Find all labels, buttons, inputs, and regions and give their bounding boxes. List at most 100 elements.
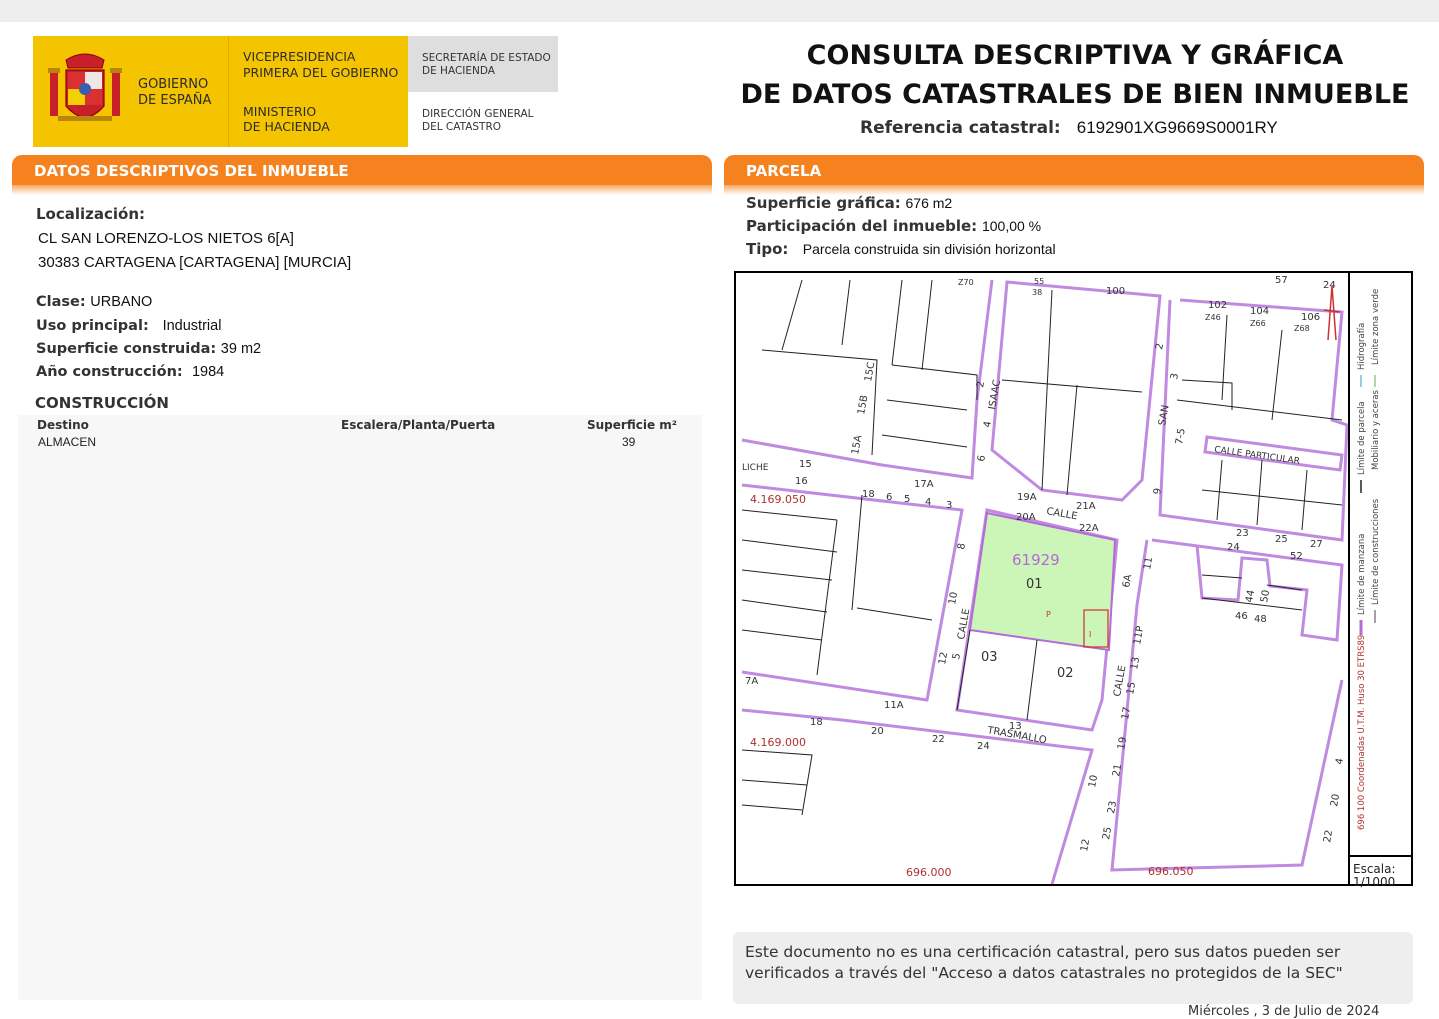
- num-7-5: 7-5: [1174, 428, 1188, 446]
- num-106: 106: [1301, 312, 1320, 323]
- tipo-label: Tipo:: [746, 240, 789, 258]
- logo-divider: [228, 36, 229, 147]
- num-18b: 18: [810, 717, 823, 728]
- legend-construcciones: Límite de construcciones: [1371, 498, 1381, 605]
- street-san: SAN: [1157, 404, 1171, 426]
- num-48: 48: [1254, 614, 1267, 625]
- construccion-title: CONSTRUCCIÓN: [35, 394, 169, 412]
- num-z70: Z68: [1294, 324, 1310, 333]
- num-12b: 12: [1079, 838, 1092, 852]
- num-z46: 38: [1032, 288, 1042, 297]
- legend-coords-note: 696 100 Coordenadas U.T.M. Huso 30 ETRS8…: [1357, 635, 1367, 830]
- coat-of-arms-icon: [48, 53, 122, 121]
- parcel-id-label: 61929: [1012, 551, 1060, 569]
- legend-hidrografia: Hidrografía: [1357, 323, 1367, 370]
- coord-y2-label: 4.169.000: [750, 736, 806, 749]
- num-13b: 13: [1129, 656, 1142, 670]
- num-20: 4: [1334, 757, 1346, 765]
- num-11p: 11P: [1132, 625, 1146, 645]
- tipo-value: Parcela construida sin división horizont…: [802, 241, 1056, 257]
- unit-02-label: 02: [1057, 666, 1074, 681]
- legend-parcela: Límite de parcela: [1357, 401, 1367, 475]
- num-24: 24: [977, 741, 990, 752]
- map-scale: Escala: 1/1000: [1350, 855, 1412, 889]
- num-6b: 6: [976, 454, 988, 462]
- bar-shadow-left: [12, 185, 712, 195]
- scale-value: 1/1000: [1353, 875, 1396, 889]
- num-2: 2: [975, 380, 987, 388]
- num-11: 11: [1142, 556, 1155, 570]
- num-7a: 7A: [745, 676, 758, 687]
- coord-x2-label: 696.050: [1148, 865, 1194, 878]
- clase-row: Clase: URBANO: [36, 294, 152, 310]
- num-38: 55: [1034, 277, 1044, 286]
- num-10: 10: [947, 591, 960, 605]
- num-15: 15: [799, 459, 812, 470]
- num-52: 52: [1290, 551, 1303, 562]
- small-i-label: I: [1089, 630, 1091, 639]
- num-15a: 15A: [850, 434, 864, 455]
- uso-value: Industrial: [162, 318, 222, 334]
- num-21a: 21A: [1076, 501, 1096, 512]
- document-title: CONSULTA DESCRIPTIVA Y GRÁFICA DE DATOS …: [740, 40, 1410, 110]
- ministerio-text: MINISTERIO DE HACIENDA: [243, 104, 330, 134]
- num-17a: 17A: [914, 479, 934, 490]
- referencia-catastral: Referencia catastral: 6192901XG9669S0001R…: [860, 118, 1278, 138]
- legend-manzana: Límite de manzana: [1357, 534, 1367, 615]
- row-superficie: 39: [622, 435, 636, 449]
- num-24: 22: [1322, 829, 1335, 843]
- localizacion-line2: 30383 CARTAGENA [CARTAGENA] [MURCIA]: [38, 254, 352, 271]
- map-legend: Límite de manzana Límite de parcela Lími…: [1357, 289, 1381, 830]
- num-19a: 19A: [1017, 492, 1037, 503]
- superficie-grafica-value: 676 m2: [905, 195, 953, 211]
- num-27: 27: [1310, 539, 1323, 550]
- row-destino: ALMACEN: [38, 435, 97, 449]
- col-header-escalera: Escalera/Planta/Puerta: [341, 418, 496, 432]
- col-header-superficie: Superficie m²: [587, 418, 678, 432]
- localizacion-line1: CL SAN LORENZO-LOS NIETOS 6[A]: [38, 230, 294, 247]
- participacion-value: 100,00 %: [981, 218, 1042, 234]
- superficie-row: Superficie construida: 39 m2: [36, 341, 261, 357]
- num-12: 12: [937, 651, 950, 665]
- num-46: 46: [1235, 611, 1248, 622]
- num-55: 57: [1275, 275, 1288, 286]
- participacion-row: Participación del inmueble: 100,00 %: [746, 217, 1041, 235]
- direccion-general-text: DIRECCIÓN GENERAL DEL CATASTRO: [422, 108, 534, 133]
- num-4: 4: [982, 420, 994, 428]
- num-23: 23: [1236, 528, 1249, 539]
- superficie-value: 39 m2: [220, 341, 262, 357]
- num-6a: 6A: [1121, 573, 1134, 588]
- num-25: 25: [1101, 826, 1114, 840]
- num-10b: 10: [1087, 774, 1100, 788]
- anio-value: 1984: [191, 364, 225, 380]
- superficie-grafica-label: Superficie gráfica:: [746, 194, 901, 212]
- secretaria-text: SECRETARÍA DE ESTADO DE HACIENDA: [422, 52, 551, 77]
- uso-row: Uso principal: Industrial: [36, 318, 221, 334]
- street-liche: LICHE: [742, 463, 769, 473]
- num-22: 22: [932, 734, 945, 745]
- ref-label: Referencia catastral:: [860, 118, 1061, 138]
- num-4: 4: [925, 497, 931, 508]
- num-22: 20: [1329, 793, 1342, 807]
- num-20a: 20A: [1016, 512, 1036, 523]
- uso-label: Uso principal:: [36, 318, 149, 334]
- tipo-row: Tipo: Parcela construida sin división ho…: [746, 240, 1056, 258]
- legend-mobiliario: Mobiliario y aceras: [1371, 389, 1381, 470]
- num-18: 18: [862, 489, 875, 500]
- superficie-grafica-row: Superficie gráfica: 676 m2: [746, 194, 952, 212]
- num-50: 50: [1259, 589, 1272, 603]
- num-102: 102: [1208, 300, 1227, 311]
- small-p-label: P: [1046, 610, 1051, 619]
- cadastral-map[interactable]: 61929 01 03 02 P I 4.169.050 4.169.000 6…: [734, 271, 1413, 886]
- num-3: 3: [1169, 372, 1181, 380]
- ref-value: 6192901XG9669S0001RY: [1076, 118, 1278, 137]
- num-100: 100: [1106, 286, 1125, 297]
- street-calle-top: CALLE: [1045, 506, 1078, 522]
- anio-label: Año construcción:: [36, 364, 183, 380]
- section-bar-parcela: PARCELA: [724, 155, 1424, 185]
- clase-label: Clase:: [36, 294, 86, 310]
- num-22a: 22A: [1079, 523, 1099, 534]
- footer-date: Miércoles , 3 de Julio de 2024: [1188, 1004, 1380, 1019]
- num-15: 15: [1125, 681, 1138, 695]
- num-5b: 5: [951, 652, 963, 660]
